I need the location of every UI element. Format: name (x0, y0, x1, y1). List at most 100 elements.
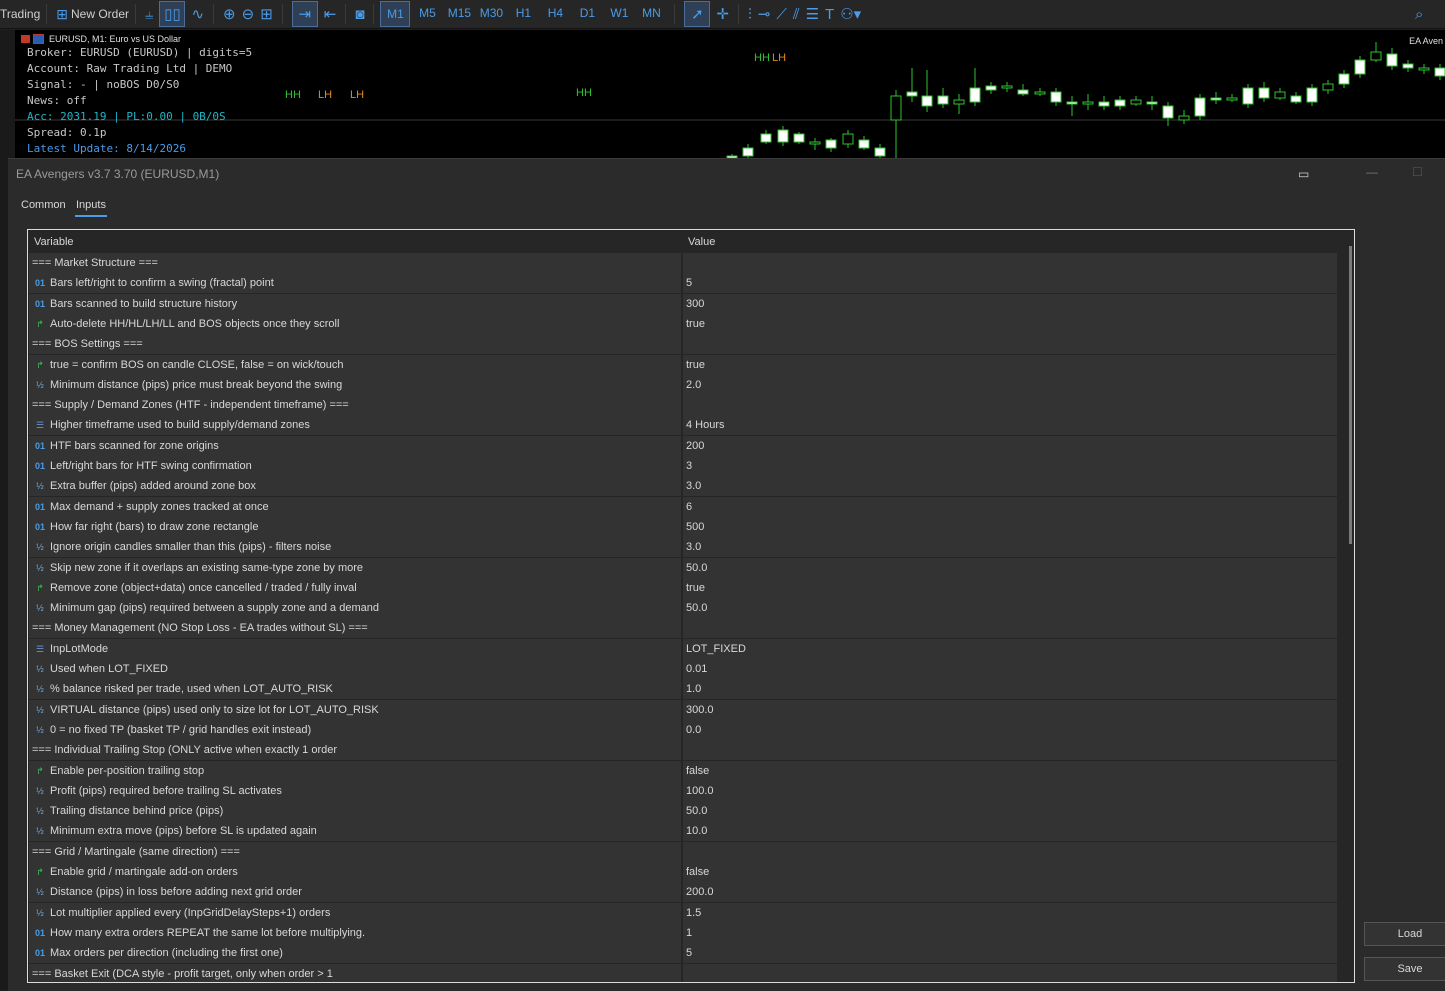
value-cell[interactable]: LOT_FIXED (683, 638, 1337, 659)
load-button[interactable]: Load (1364, 922, 1445, 946)
value-cell[interactable]: 1.0 (683, 679, 1337, 700)
search-icon[interactable]: ⌕ (1415, 2, 1423, 26)
vertical-line-icon[interactable]: ⫶ (748, 2, 752, 26)
value-cell[interactable]: 1.5 (683, 902, 1337, 923)
table-row[interactable]: ☰ InpLotMode LOT_FIXED (28, 638, 1338, 660)
table-row[interactable]: ½ % balance risked per trade, used when L… (28, 679, 1338, 701)
table-section-row[interactable]: === Supply / Demand Zones (HTF - indepen… (28, 395, 1338, 417)
table-section-row[interactable]: === Market Structure === (28, 253, 1338, 274)
cursor-icon[interactable]: ➚ (684, 1, 711, 27)
new-order-button[interactable]: New Order (71, 7, 129, 21)
table-row[interactable]: ½ Skip new zone if it overlaps an existin… (28, 557, 1338, 579)
value-cell[interactable]: true (683, 577, 1337, 598)
table-row[interactable]: 01 How far right (bars) to draw zone rect… (28, 516, 1338, 538)
value-cell[interactable]: 4 Hours (683, 415, 1337, 436)
value-cell[interactable]: 5 (683, 273, 1337, 294)
text-tool-icon[interactable]: T (825, 2, 834, 26)
timeframe-w1-button[interactable]: W1 (604, 1, 634, 25)
value-cell[interactable] (683, 395, 1337, 416)
table-row[interactable]: ↱ true = confirm BOS on candle CLOSE, fal… (28, 354, 1338, 376)
value-cell[interactable]: 5 (683, 943, 1337, 964)
crosshair-icon[interactable]: ✛ (716, 2, 729, 26)
table-row[interactable]: ½ 0 = no fixed TP (basket TP / grid handl… (28, 719, 1338, 741)
timeframe-mn-button[interactable]: MN (636, 1, 666, 25)
value-cell[interactable]: 6 (683, 496, 1337, 517)
maximize-icon[interactable]: ☐ (1412, 165, 1423, 179)
value-cell[interactable]: false (683, 760, 1337, 781)
value-cell[interactable]: 200.0 (683, 882, 1337, 903)
value-cell[interactable] (683, 963, 1337, 982)
value-cell[interactable]: 200 (683, 435, 1337, 456)
value-cell[interactable]: 50.0 (683, 598, 1337, 619)
table-row[interactable]: ½ Minimum extra move (pips) before SL is … (28, 821, 1338, 843)
value-cell[interactable]: 3.0 (683, 476, 1337, 497)
value-cell[interactable]: true (683, 313, 1337, 334)
algo-trading-button[interactable]: Trading (0, 7, 40, 21)
timeframe-h1-button[interactable]: H1 (508, 1, 538, 25)
value-cell[interactable]: 300.0 (683, 699, 1337, 720)
fibonacci-icon[interactable]: ☰ (806, 2, 819, 26)
horizontal-line-icon[interactable]: ⊸ (758, 2, 771, 26)
table-row[interactable]: 01 Left/right bars for HTF swing confirma… (28, 456, 1338, 477)
timeframe-m30-button[interactable]: M30 (476, 1, 506, 25)
table-row[interactable]: ½ Minimum distance (pips) price must brea… (28, 374, 1338, 396)
save-button[interactable]: Save (1364, 957, 1445, 981)
timeframe-d1-button[interactable]: D1 (572, 1, 602, 25)
table-row[interactable]: 01 Bars left/right to confirm a swing (fr… (28, 273, 1338, 295)
screenshot-icon[interactable]: ◙ (355, 2, 364, 26)
value-cell[interactable]: 0.01 (683, 659, 1337, 679)
value-cell[interactable]: 2.0 (683, 374, 1337, 395)
table-section-row[interactable]: === Individual Trailing Stop (ONLY activ… (28, 740, 1338, 762)
table-row[interactable]: 01 Max demand + supply zones tracked at o… (28, 496, 1338, 518)
dialog-help-icon[interactable]: ▭ (1298, 167, 1309, 181)
chart-shift-icon[interactable]: ⇤ (324, 2, 337, 26)
column-header-value[interactable]: Value (688, 236, 715, 248)
zoom-out-icon[interactable]: ⊖ (242, 2, 255, 26)
timeframe-m5-button[interactable]: M5 (412, 1, 442, 25)
value-cell[interactable]: 1 (683, 922, 1337, 943)
table-row[interactable]: ½ Used when LOT_FIXED 0.01 (28, 659, 1338, 680)
tab-common[interactable]: Common (21, 199, 66, 211)
minimize-icon[interactable]: — (1366, 165, 1378, 179)
timeframe-m1-button[interactable]: M1 (380, 1, 411, 27)
value-cell[interactable]: 3 (683, 456, 1337, 476)
table-row[interactable]: 01 How many extra orders REPEAT the same … (28, 922, 1338, 944)
price-chart[interactable]: EURUSD, M1: Euro vs US Dollar EA Aven Br… (15, 30, 1445, 158)
value-cell[interactable]: 500 (683, 516, 1337, 537)
tab-inputs[interactable]: Inputs (76, 199, 106, 211)
value-cell[interactable] (683, 618, 1337, 639)
table-row[interactable]: ½ Lot multiplier applied every (InpGridDe… (28, 902, 1338, 924)
table-row[interactable]: ½ Ignore origin candles smaller than this… (28, 537, 1338, 559)
table-row[interactable]: ↱ Auto-delete HH/HL/LH/LL and BOS objects… (28, 313, 1338, 335)
table-row[interactable]: ↱ Enable grid / martingale add-on orders f… (28, 862, 1338, 883)
value-cell[interactable]: 3.0 (683, 537, 1337, 558)
value-cell[interactable]: 300 (683, 293, 1337, 314)
channel-icon[interactable]: ⫽ (793, 2, 800, 26)
shapes-icon[interactable]: ⚇▾ (840, 2, 861, 26)
tile-windows-icon[interactable]: ⊞ (260, 2, 273, 26)
value-cell[interactable]: 50.0 (683, 557, 1337, 578)
candlestick-chart-icon[interactable]: ▯▯ (159, 1, 186, 27)
value-cell[interactable]: 100.0 (683, 780, 1337, 801)
value-cell[interactable] (683, 740, 1337, 761)
value-cell[interactable] (683, 253, 1337, 273)
table-row[interactable]: ½ Distance (pips) in loss before adding n… (28, 882, 1338, 904)
table-section-row[interactable]: === BOS Settings === (28, 334, 1338, 356)
table-row[interactable]: ½ Trailing distance behind price (pips) 50… (28, 801, 1338, 823)
value-cell[interactable]: true (683, 354, 1337, 375)
value-cell[interactable]: 10.0 (683, 821, 1337, 842)
column-header-variable[interactable]: Variable (34, 236, 74, 248)
value-cell[interactable]: 50.0 (683, 801, 1337, 822)
line-chart-icon[interactable]: ∿ (191, 2, 204, 26)
table-row[interactable]: ½ VIRTUAL distance (pips) used only to si… (28, 699, 1338, 721)
table-row[interactable]: ½ Extra buffer (pips) added around zone b… (28, 476, 1338, 498)
timeframe-h4-button[interactable]: H4 (540, 1, 570, 25)
table-section-row[interactable]: === Grid / Martingale (same direction) =… (28, 841, 1338, 863)
timeframe-m15-button[interactable]: M15 (444, 1, 474, 25)
table-scrollbar[interactable] (1349, 246, 1352, 544)
table-row[interactable]: 01 Bars scanned to build structure histor… (28, 293, 1338, 315)
table-row[interactable]: ½ Minimum gap (pips) required between a s… (28, 598, 1338, 620)
zoom-in-icon[interactable]: ⊕ (223, 2, 236, 26)
table-row[interactable]: 01 Max orders per direction (including th… (28, 943, 1338, 965)
bar-chart-icon[interactable]: ⫨ (145, 2, 153, 26)
